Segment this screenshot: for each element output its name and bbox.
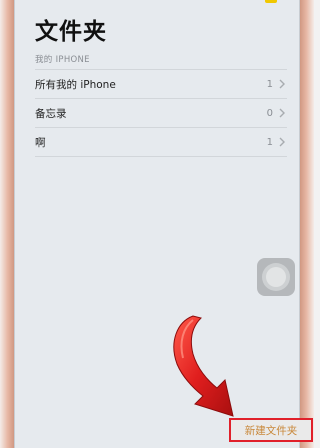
folder-row-all-iphone[interactable]: 所有我的 iPhone 1 [35,69,287,98]
device-frame-left [0,0,14,448]
phone-screenshot: 文件夹 我的 IPHONE 所有我的 iPhone 1 备忘录 0 啊 1 新建… [0,0,314,448]
chevron-right-icon [279,79,285,89]
status-indicator [265,0,277,3]
folder-row-notes[interactable]: 备忘录 0 [35,98,287,127]
assistive-touch-ring [262,263,290,291]
assistive-touch-icon[interactable] [257,258,295,296]
folder-count: 0 [266,107,273,119]
assistive-touch-core [266,267,286,287]
folder-list: 所有我的 iPhone 1 备忘录 0 啊 1 [35,69,287,157]
section-header-my-iphone: 我的 IPHONE [35,55,90,65]
folder-row-custom[interactable]: 啊 1 [35,127,287,157]
new-folder-button[interactable]: 新建文件夹 [229,418,313,442]
page-title: 文件夹 [35,19,107,45]
chevron-right-icon [279,137,285,147]
folder-label: 啊 [35,136,46,149]
chevron-right-icon [279,108,285,118]
folder-count: 1 [266,78,273,90]
red-arrow-icon [173,315,234,417]
notes-folders-screen: 文件夹 我的 IPHONE 所有我的 iPhone 1 备忘录 0 啊 1 新建… [14,0,313,448]
folder-count: 1 [266,136,273,148]
folder-label: 所有我的 iPhone [35,78,116,91]
folder-label: 备忘录 [35,107,67,120]
device-frame-right [300,0,314,448]
